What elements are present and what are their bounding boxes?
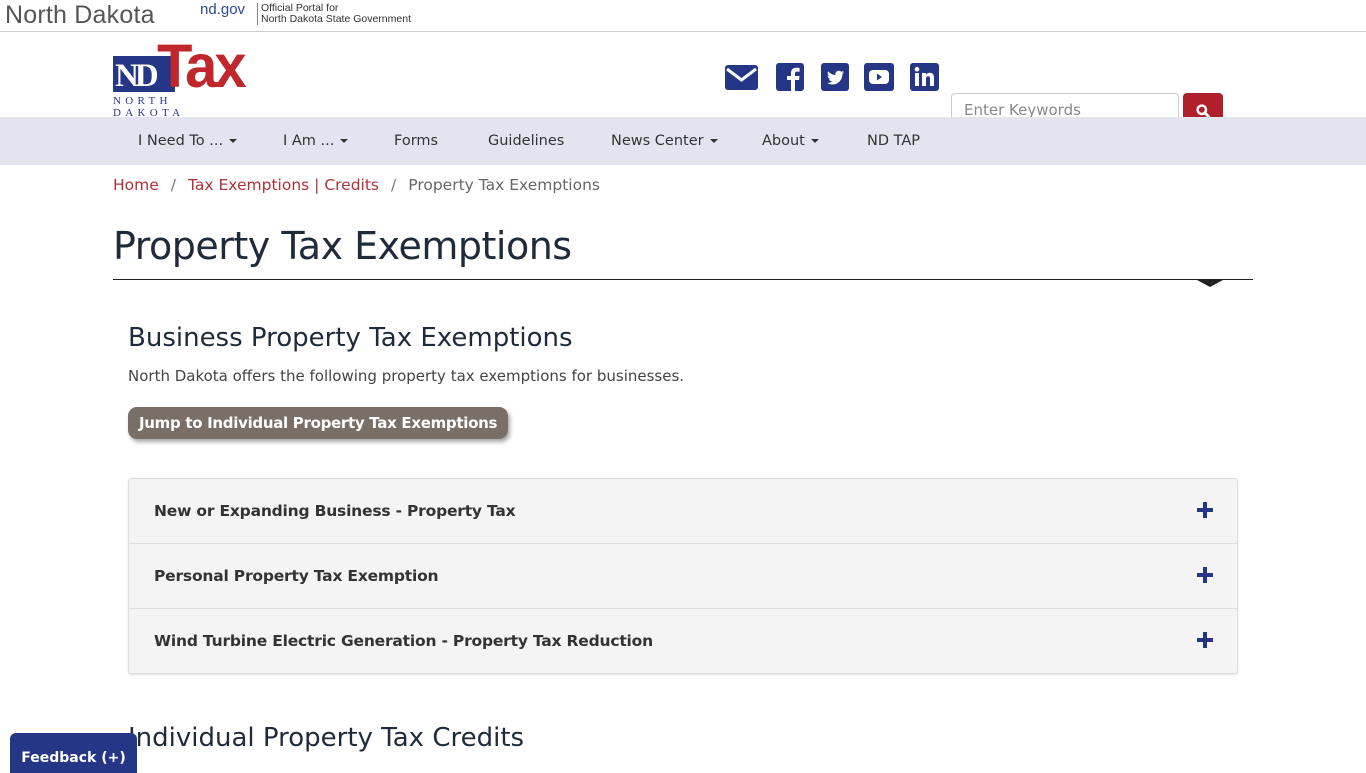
nav-label: I Need To ... [138,133,224,149]
nav-label: Forms [394,133,439,149]
nav-item-i-am[interactable]: I Am ... [283,117,349,165]
title-divider [113,279,1253,280]
social-facebook-wrap [774,61,806,93]
logo-subtitle: NORTH DAKOTA [113,95,185,119]
logo-tax: Tax [157,32,247,101]
twitter-icon[interactable] [819,61,851,93]
caret-down-icon [229,139,238,143]
accordion-label: Wind Turbine Electric Generation - Prope… [154,632,653,650]
linkedin-icon[interactable] [908,61,940,93]
caret-down-icon [709,139,718,143]
nav-label: ND TAP [867,133,921,149]
ndgov-logo[interactable]: nd.gov [200,1,245,18]
business-section-description: North Dakota offers the following proper… [128,367,685,385]
accordion-item-personal-property[interactable]: Personal Property Tax Exemption [129,544,1237,609]
accordion-label: New or Expanding Business - Property Tax [154,502,516,520]
breadcrumb: Home / Tax Exemptions | Credits / Property T… [113,176,600,194]
caret-down-icon [340,139,349,143]
jump-to-individual-button[interactable]: Jump to Individual Property Tax Exemptio… [128,407,509,439]
nav-item-guidelines[interactable]: Guidelines [488,117,564,165]
business-section-title: Business Property Tax Exemptions [128,323,573,353]
social-linkedin-wrap [908,61,940,93]
state-name[interactable]: North Dakota [5,1,155,30]
nav-item-nd-tap[interactable]: ND TAP [867,117,920,165]
portal-line2: North Dakota State Government [261,13,411,25]
youtube-icon[interactable] [863,61,895,93]
social-youtube-wrap [863,61,895,93]
caret-down-icon [810,139,819,143]
nav-label: I Am ... [283,133,335,149]
plus-icon[interactable] [1197,567,1213,583]
page-title: Property Tax Exemptions [113,224,572,268]
accordion-item-new-expanding-business[interactable]: New or Expanding Business - Property Tax [129,479,1237,544]
nd-tax-logo[interactable]: ND Tax NORTH DAKOTA [113,36,248,119]
nav-item-about[interactable]: About [762,117,819,165]
feedback-button[interactable]: Feedback (+) [10,733,137,773]
nav-label: Guidelines [488,133,565,149]
nav-label: About [762,133,805,149]
plus-icon[interactable] [1197,502,1213,518]
accordion-item-wind-turbine[interactable]: Wind Turbine Electric Generation - Prope… [129,609,1237,673]
search-icon [1196,103,1210,118]
breadcrumb-current: Property Tax Exemptions [408,176,600,194]
site-header: ND Tax NORTH DAKOTA [0,32,1366,128]
divider-notch-icon [1197,280,1223,287]
social-links [725,61,758,93]
state-banner: North Dakota nd.gov Official Portal for … [0,0,1366,32]
logo-nd: ND [115,58,159,94]
facebook-icon[interactable] [774,61,806,93]
social-twitter-wrap [819,61,851,93]
breadcrumb-separator: / [170,176,177,194]
nav-label: News Center [611,133,704,149]
nav-item-news-center[interactable]: News Center [611,117,718,165]
plus-icon[interactable] [1197,632,1213,648]
main-nav: I Need To ... I Am ... Forms Guidelines … [0,117,1366,165]
business-exemptions-accordion: New or Expanding Business - Property Tax… [128,478,1238,674]
breadcrumb-tax-exemptions-credits[interactable]: Tax Exemptions | Credits [188,176,379,194]
portal-tagline: Official Portal for North Dakota State G… [257,3,411,25]
nav-item-forms[interactable]: Forms [394,117,438,165]
individual-section-title: Individual Property Tax Credits [128,723,525,753]
nav-item-i-need-to[interactable]: I Need To ... [138,117,238,165]
accordion-label: Personal Property Tax Exemption [154,567,439,585]
breadcrumb-separator: / [391,176,397,194]
email-icon[interactable] [725,61,758,93]
breadcrumb-home[interactable]: Home [113,176,159,194]
